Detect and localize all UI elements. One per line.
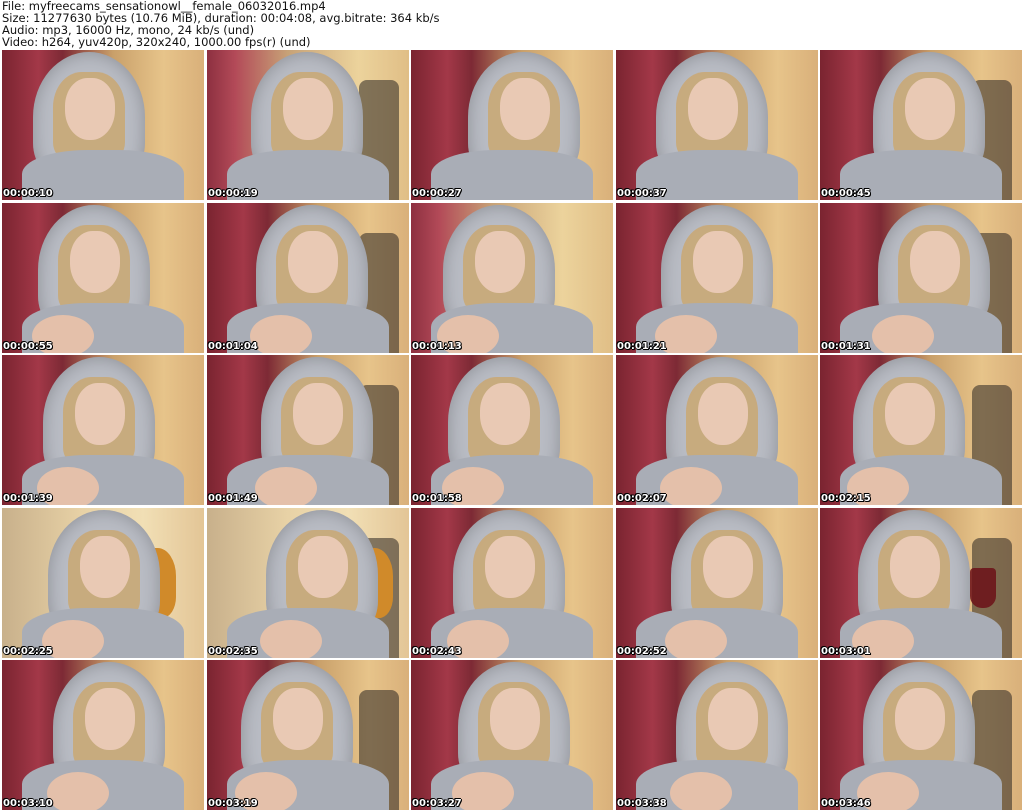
video-thumbnail: 00:01:39: [2, 355, 204, 505]
knee-shape: [872, 315, 934, 353]
video-thumbnail: 00:01:21: [616, 203, 818, 353]
video-thumbnail: 00:01:58: [411, 355, 613, 505]
video-thumbnail: 00:02:35: [207, 508, 409, 658]
video-thumbnail: 00:00:10: [2, 50, 204, 200]
face-shape: [688, 78, 738, 140]
video-thumbnail: 00:01:49: [207, 355, 409, 505]
wine-glass-shape: [970, 568, 996, 608]
face-shape: [293, 383, 343, 445]
face-shape: [475, 231, 525, 293]
knee-shape: [255, 467, 317, 505]
video-thumbnail: 00:01:04: [207, 203, 409, 353]
face-shape: [485, 536, 535, 598]
thumbnail-timestamp: 00:03:10: [3, 798, 53, 809]
thumbnail-timestamp: 00:00:10: [3, 188, 53, 199]
thumbnail-timestamp: 00:02:25: [3, 646, 53, 657]
face-shape: [500, 78, 550, 140]
face-shape: [70, 231, 120, 293]
thumbnail-timestamp: 00:03:27: [412, 798, 462, 809]
thumbnail-timestamp: 00:03:01: [821, 646, 871, 657]
knee-shape: [47, 772, 109, 810]
face-shape: [273, 688, 323, 750]
thumbnail-timestamp: 00:01:21: [617, 341, 667, 352]
video-thumbnail: 00:00:37: [616, 50, 818, 200]
video-thumbnail: 00:03:46: [820, 660, 1022, 810]
video-thumbnail: 00:00:45: [820, 50, 1022, 200]
thumbnail-timestamp: 00:02:15: [821, 493, 871, 504]
video-thumbnail: 00:02:52: [616, 508, 818, 658]
thumbnail-timestamp: 00:02:35: [208, 646, 258, 657]
knee-shape: [670, 772, 732, 810]
face-shape: [905, 78, 955, 140]
thumbnail-timestamp: 00:00:19: [208, 188, 258, 199]
thumbnail-timestamp: 00:01:58: [412, 493, 462, 504]
face-shape: [885, 383, 935, 445]
video-thumbnail: 00:03:19: [207, 660, 409, 810]
thumbnail-timestamp: 00:03:19: [208, 798, 258, 809]
thumbnail-grid: 00:00:10 00:00:19 00:00:27 00:00:37 00:00:45…: [2, 50, 1022, 811]
video-thumbnail: 00:03:10: [2, 660, 204, 810]
thumbnail-timestamp: 00:02:52: [617, 646, 667, 657]
knee-shape: [260, 620, 322, 658]
face-shape: [65, 78, 115, 140]
video-thumbnail: 00:03:38: [616, 660, 818, 810]
face-shape: [698, 383, 748, 445]
video-thumbnail: 00:03:01: [820, 508, 1022, 658]
face-shape: [890, 536, 940, 598]
video-thumbnail: 00:03:27: [411, 660, 613, 810]
face-shape: [895, 688, 945, 750]
face-shape: [298, 536, 348, 598]
thumbnail-timestamp: 00:01:49: [208, 493, 258, 504]
video-thumbnail: 00:01:13: [411, 203, 613, 353]
thumbnail-timestamp: 00:01:39: [3, 493, 53, 504]
thumbnail-timestamp: 00:02:43: [412, 646, 462, 657]
thumbnail-timestamp: 00:01:04: [208, 341, 258, 352]
thumbnail-timestamp: 00:03:46: [821, 798, 871, 809]
knee-shape: [665, 620, 727, 658]
thumbnail-timestamp: 00:00:55: [3, 341, 53, 352]
face-shape: [85, 688, 135, 750]
face-shape: [283, 78, 333, 140]
thumbnail-timestamp: 00:00:37: [617, 188, 667, 199]
knee-shape: [660, 467, 722, 505]
video-thumbnail: 00:01:31: [820, 203, 1022, 353]
video-thumbnail: 00:00:27: [411, 50, 613, 200]
face-shape: [80, 536, 130, 598]
thumbnail-timestamp: 00:00:27: [412, 188, 462, 199]
face-shape: [75, 383, 125, 445]
thumbnail-timestamp: 00:03:38: [617, 798, 667, 809]
thumbnail-timestamp: 00:00:45: [821, 188, 871, 199]
face-shape: [288, 231, 338, 293]
video-thumbnail: 00:02:25: [2, 508, 204, 658]
face-shape: [480, 383, 530, 445]
face-shape: [708, 688, 758, 750]
video-thumbnail: 00:02:43: [411, 508, 613, 658]
thumbnail-timestamp: 00:01:31: [821, 341, 871, 352]
thumbnail-timestamp: 00:01:13: [412, 341, 462, 352]
video-thumbnail: 00:00:19: [207, 50, 409, 200]
knee-shape: [250, 315, 312, 353]
video-info-line: Video: h264, yuv420p, 320x240, 1000.00 f…: [2, 35, 311, 49]
thumbnail-timestamp: 00:02:07: [617, 493, 667, 504]
file-info-header: File: myfreecams_sensationowl__female_06…: [2, 0, 1022, 50]
face-shape: [490, 688, 540, 750]
face-shape: [693, 231, 743, 293]
video-thumbnail: 00:02:07: [616, 355, 818, 505]
face-shape: [910, 231, 960, 293]
video-thumbnail: 00:00:55: [2, 203, 204, 353]
face-shape: [703, 536, 753, 598]
video-thumbnail: 00:02:15: [820, 355, 1022, 505]
